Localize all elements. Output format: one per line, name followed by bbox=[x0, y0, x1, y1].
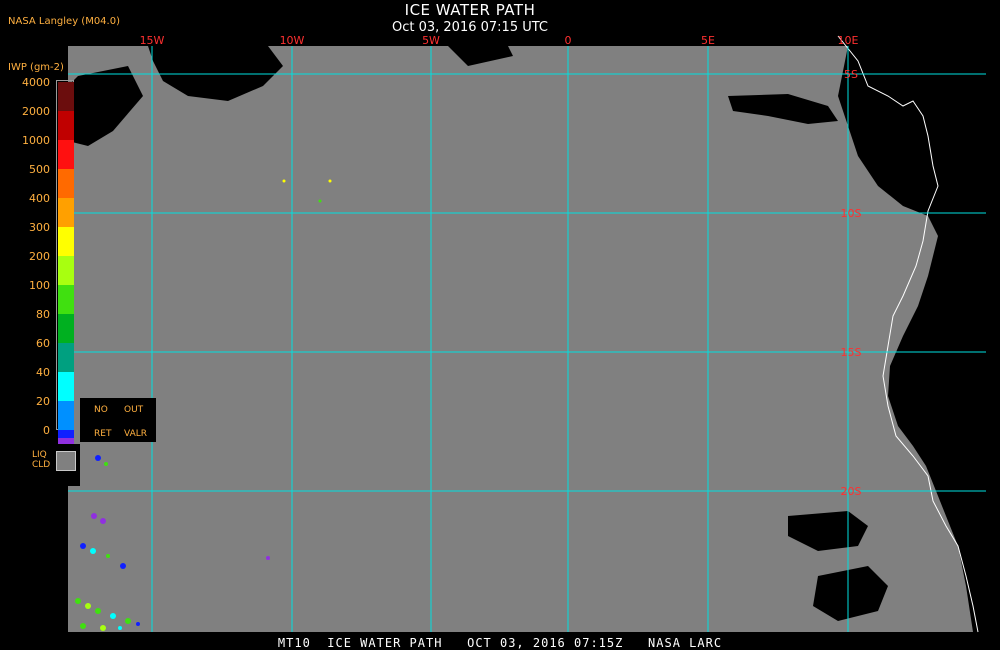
legend-label: 500 bbox=[29, 163, 50, 176]
longitude-label: 10E bbox=[838, 34, 859, 47]
legend-label: 2000 bbox=[22, 105, 50, 118]
legend-colorbar bbox=[56, 80, 74, 459]
latitude-label: 5S bbox=[844, 68, 858, 81]
legend-swatch bbox=[58, 140, 74, 169]
legend-label: 1000 bbox=[22, 134, 50, 147]
legend-label: 300 bbox=[29, 221, 50, 234]
status-no: NO bbox=[94, 405, 108, 415]
map-title: ICE WATER PATH bbox=[404, 1, 536, 19]
latitude-label: 20S bbox=[841, 485, 862, 498]
legend-label: 200 bbox=[29, 250, 50, 263]
status-box: NO OUT RET VALR bbox=[80, 398, 156, 442]
legend-swatch bbox=[58, 401, 74, 430]
legend-label: 100 bbox=[29, 279, 50, 292]
longitude-label: 10W bbox=[280, 34, 305, 47]
longitude-label: 5W bbox=[422, 34, 440, 47]
legend-swatch bbox=[58, 372, 74, 401]
legend-swatch bbox=[58, 285, 74, 314]
longitude-label: 0 bbox=[565, 34, 572, 47]
legend-swatch bbox=[58, 111, 74, 140]
legend-swatch bbox=[58, 227, 74, 256]
legend-label: 80 bbox=[36, 308, 50, 321]
status-ret: RET bbox=[94, 429, 112, 439]
legend-label: 4000 bbox=[22, 76, 50, 89]
legend-label: 60 bbox=[36, 337, 50, 350]
status-out: OUT bbox=[124, 405, 144, 415]
map-timestamp: Oct 03, 2016 07:15 UTC bbox=[392, 20, 548, 35]
legend-label: 0 bbox=[43, 424, 50, 437]
longitude-label: 5E bbox=[701, 34, 715, 47]
status-valr: VALR bbox=[124, 429, 148, 439]
legend-swatch bbox=[58, 82, 74, 111]
color-legend: 4000 2000 1000 500 400 300 200 100 80 60 40 20 0 bbox=[0, 0, 80, 459]
legend-swatch bbox=[58, 169, 74, 198]
legend-label: 400 bbox=[29, 192, 50, 205]
legend-swatch bbox=[58, 256, 74, 285]
legend-swatch bbox=[58, 343, 74, 372]
legend-swatch bbox=[58, 314, 74, 343]
satellite-map: 15W 10W 5W 0 5E 10E 5S 10S 15S 20S bbox=[68, 34, 986, 633]
legend-swatch bbox=[58, 198, 74, 227]
liq-cld-swatch bbox=[56, 451, 76, 471]
latitude-label: 10S bbox=[841, 207, 862, 220]
longitude-label: 15W bbox=[140, 34, 165, 47]
legend-label: 40 bbox=[36, 366, 50, 379]
legend-label: 20 bbox=[36, 395, 50, 408]
liq-cld-label: LIQ CLD bbox=[32, 450, 51, 470]
footer-caption: MT10 ICE WATER PATH OCT 03, 2016 07:15Z … bbox=[277, 636, 723, 650]
latitude-label: 15S bbox=[841, 346, 862, 359]
liquid-cloud-legend: LIQ CLD bbox=[0, 444, 80, 486]
